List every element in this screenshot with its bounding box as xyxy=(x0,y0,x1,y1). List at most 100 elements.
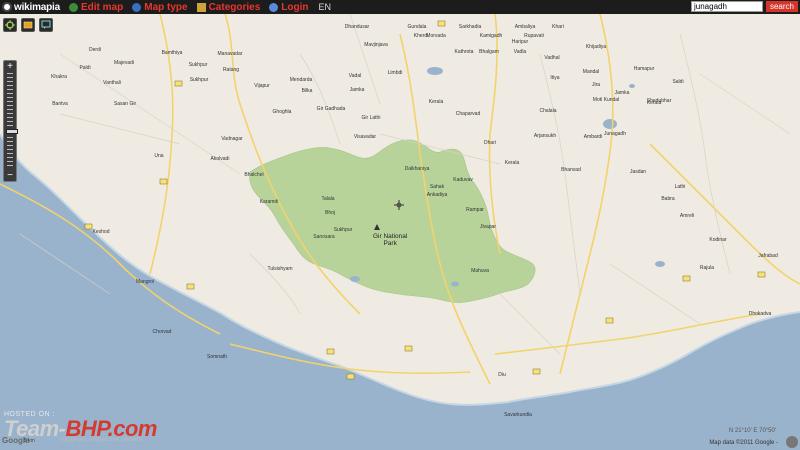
place-label[interactable]: Kamigadh xyxy=(480,33,503,39)
place-label[interactable]: Sasan Gir xyxy=(114,101,136,107)
place-label[interactable]: Karamdi xyxy=(260,199,279,205)
place-label[interactable]: Bhalgam xyxy=(479,49,499,55)
zoom-slider[interactable]: + − xyxy=(3,60,18,182)
place-label[interactable]: Diu xyxy=(498,372,506,378)
place-label[interactable]: Manavadar xyxy=(217,51,242,57)
place-label[interactable]: Jafrabad xyxy=(758,253,777,259)
layers-button[interactable] xyxy=(21,18,35,32)
place-label[interactable]: Bhoj xyxy=(325,210,335,216)
place-label[interactable]: Sukhpur xyxy=(190,77,209,83)
categories-button[interactable]: Categories xyxy=(196,2,260,13)
place-label[interactable]: Sukhpur xyxy=(334,227,353,233)
place-label[interactable]: Kodinar xyxy=(709,237,726,243)
place-label[interactable]: Morvada xyxy=(426,33,445,39)
place-label[interactable]: Jamka xyxy=(350,87,365,93)
place-label[interactable]: Vadal xyxy=(349,73,361,79)
place-label[interactable]: Sarkhadia xyxy=(459,24,482,30)
place-label[interactable]: Ghoghla xyxy=(273,109,292,115)
place-label[interactable]: Mavjinjava xyxy=(364,42,388,48)
place-label[interactable]: Mahuva xyxy=(471,268,489,274)
place-label[interactable]: Moti Kundal xyxy=(593,97,619,103)
place-label[interactable]: Jira xyxy=(592,82,600,88)
search-button[interactable]: search xyxy=(766,1,798,12)
zoom-out-button[interactable]: − xyxy=(4,170,16,181)
fullscreen-icon[interactable] xyxy=(786,436,798,448)
place-label[interactable]: Chorvad xyxy=(153,329,172,335)
place-label[interactable]: Junagadh xyxy=(604,131,626,137)
place-label[interactable]: Limbdi xyxy=(388,70,403,76)
place-label[interactable]: Sahak xyxy=(430,184,444,190)
place-label[interactable]: Vadhal xyxy=(544,55,559,61)
place-label[interactable]: Ratang xyxy=(223,67,239,73)
locate-button[interactable] xyxy=(3,18,17,32)
place-label[interactable]: Khakra xyxy=(51,74,67,80)
place-label[interactable]: Bamthiya xyxy=(162,50,183,56)
place-label[interactable]: Jamka xyxy=(615,90,630,96)
place-label[interactable]: Talala xyxy=(321,196,334,202)
place-label[interactable]: Dhandusar xyxy=(345,24,369,30)
map-type-button[interactable]: Map type xyxy=(132,2,188,13)
place-label[interactable]: Ankadiya xyxy=(427,192,448,198)
place-label[interactable]: Mangrol xyxy=(136,279,154,285)
place-label[interactable]: Kaduvav xyxy=(453,177,472,183)
wikimapia-brand[interactable]: wikimapia xyxy=(2,2,60,13)
place-label[interactable]: Dhari xyxy=(484,140,496,146)
place-label[interactable]: Mandal xyxy=(583,69,599,75)
place-label[interactable]: Majevadi xyxy=(114,60,134,66)
place-label[interactable]: Visavadar xyxy=(354,134,376,140)
place-label[interactable]: Mendarda xyxy=(290,77,313,83)
place-label[interactable]: Sukhpur xyxy=(189,62,208,68)
place-label[interactable]: Gundala xyxy=(408,24,427,30)
place-label[interactable]: Somnath xyxy=(207,354,227,360)
place-label[interactable]: Dhokadva xyxy=(749,311,772,317)
zoom-in-button[interactable]: + xyxy=(4,61,16,72)
place-label[interactable]: Ambardi xyxy=(584,134,603,140)
place-label[interactable]: Dalkhaniya xyxy=(405,166,430,172)
place-label[interactable]: Lathi xyxy=(675,184,686,190)
language-selector[interactable]: EN xyxy=(318,2,331,12)
place-label[interactable]: Rajula xyxy=(700,265,714,271)
edit-map-button[interactable]: Edit map xyxy=(69,2,123,13)
place-label[interactable]: Sanosara xyxy=(313,234,334,240)
place-label[interactable]: Bhalchel xyxy=(244,172,263,178)
map-canvas[interactable]: Dhandusar Gundala Sarkhadia Ambaliya Kamigad… xyxy=(0,14,800,450)
place-label[interactable]: Khari xyxy=(552,24,564,30)
place-label[interactable]: Chaparvad xyxy=(456,111,480,117)
place-label[interactable]: Babra xyxy=(661,196,674,202)
place-label[interactable]: Kerala xyxy=(505,160,519,166)
place-label[interactable]: Savarkundla xyxy=(504,412,532,418)
place-label[interactable]: Derdi xyxy=(89,47,101,53)
place-label[interactable]: Kerala xyxy=(647,100,661,106)
place-label[interactable]: Vadnagar xyxy=(221,136,242,142)
place-label[interactable]: Amreli xyxy=(680,213,694,219)
place-label[interactable]: Tulsishyam xyxy=(267,266,292,272)
place-label[interactable]: Gir Lathi xyxy=(362,115,381,121)
place-label[interactable]: Jivapar xyxy=(480,224,496,230)
place-label[interactable]: Bhanvad xyxy=(561,167,581,173)
zoom-thumb[interactable] xyxy=(6,129,18,134)
chat-button[interactable] xyxy=(39,18,53,32)
place-label[interactable]: Rampar xyxy=(466,207,484,213)
place-label[interactable]: Ambaliya xyxy=(515,24,536,30)
place-label[interactable]: Arjansukh xyxy=(534,133,556,139)
place-label[interactable]: Haripur xyxy=(512,39,528,45)
place-label[interactable]: Vanthali xyxy=(103,80,121,86)
place-label[interactable]: Saldi xyxy=(672,79,683,85)
place-label[interactable]: Akolvadi xyxy=(211,156,230,162)
place-label[interactable]: Jasdan xyxy=(630,169,646,175)
place-label[interactable]: Vadla xyxy=(514,49,526,55)
place-label[interactable]: Vijapur xyxy=(254,83,269,89)
login-button[interactable]: Login xyxy=(269,2,308,13)
place-label[interactable]: Paldi xyxy=(79,65,90,71)
zoom-track[interactable] xyxy=(6,73,18,169)
place-label[interactable]: Chalala xyxy=(540,108,557,114)
place-label[interactable]: Keshod xyxy=(93,229,110,235)
place-label[interactable]: Bilka xyxy=(302,88,313,94)
place-label[interactable]: Bantva xyxy=(52,101,68,107)
search-input[interactable] xyxy=(691,1,763,12)
place-label[interactable]: Kathrota xyxy=(455,49,474,55)
place-label[interactable]: Khijadiya xyxy=(586,44,606,50)
place-label[interactable]: Gir Gadhada xyxy=(317,106,346,112)
place-label[interactable]: Hamapur xyxy=(634,66,655,72)
place-label[interactable]: Una xyxy=(154,153,163,159)
